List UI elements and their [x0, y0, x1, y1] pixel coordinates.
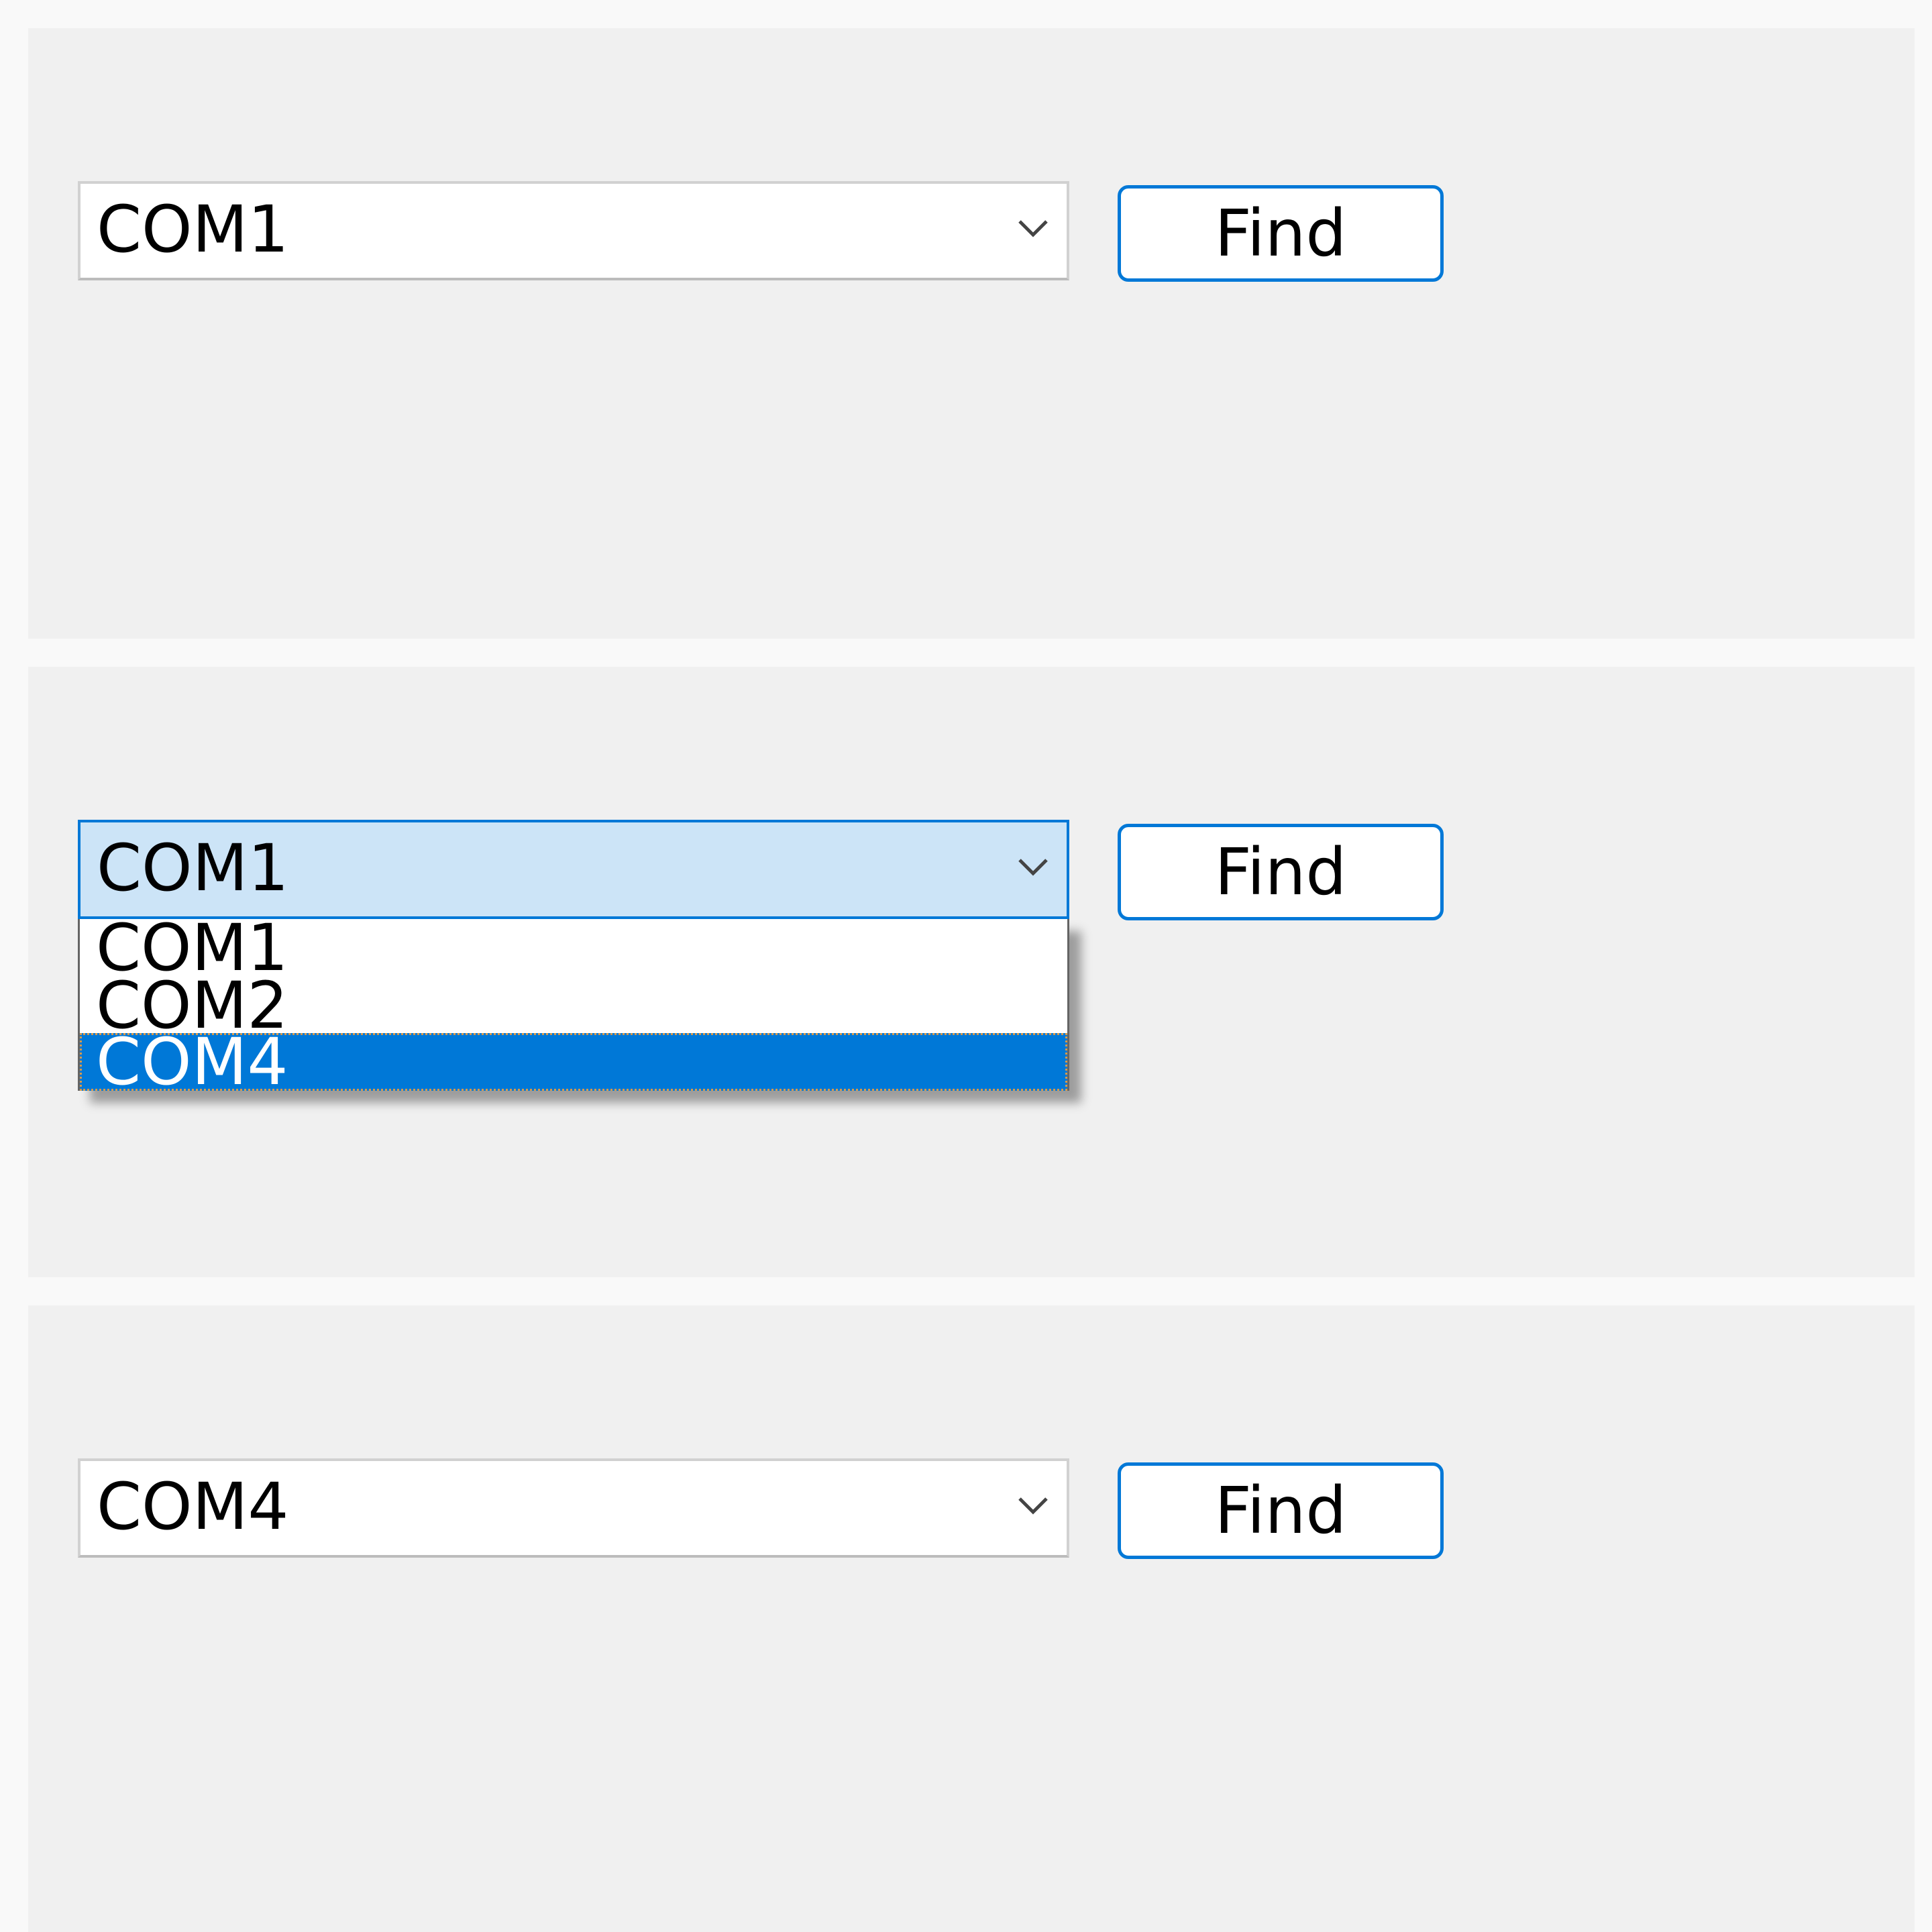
chevron-down-icon[interactable]: [1013, 207, 1053, 247]
dropdown-option-com1[interactable]: COM1: [80, 919, 1067, 977]
dropdown-option-com4-highlighted[interactable]: COM4: [80, 1033, 1067, 1091]
combobox-selected-value: COM4: [97, 1469, 289, 1544]
find-button[interactable]: Find: [1118, 185, 1444, 282]
find-button[interactable]: Find: [1118, 1462, 1444, 1559]
port-combobox[interactable]: COM4: [78, 1458, 1069, 1558]
dropdown-option-com2[interactable]: COM2: [80, 977, 1067, 1034]
panel-selected-state: COM4 Find: [28, 1305, 1915, 1932]
panel-initial-state: COM1 Find: [28, 28, 1915, 639]
port-combobox[interactable]: COM1: [78, 820, 1069, 919]
find-button[interactable]: Find: [1118, 824, 1444, 920]
port-combobox[interactable]: COM1: [78, 181, 1069, 280]
combobox-selected-value: COM1: [97, 192, 289, 267]
chevron-down-icon[interactable]: [1013, 845, 1053, 885]
panel-dropdown-open-state: COM1 COM1 COM2 COM4 Find: [28, 667, 1915, 1277]
chevron-down-icon[interactable]: [1013, 1484, 1053, 1524]
port-dropdown-list: COM1 COM2 COM4: [78, 919, 1069, 1091]
combobox-selected-value: COM1: [97, 830, 289, 906]
